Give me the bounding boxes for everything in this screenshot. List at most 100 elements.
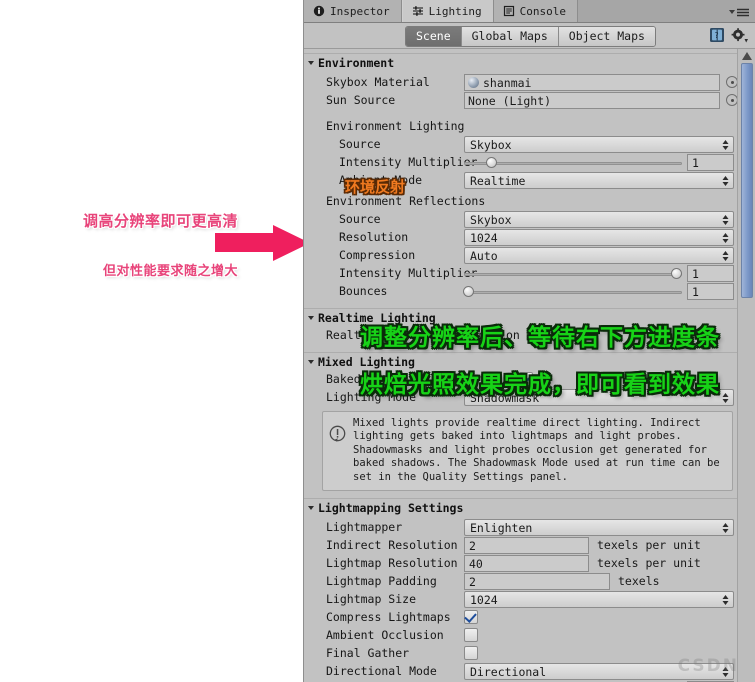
chevron-down-icon <box>308 360 314 364</box>
chevron-updown-icon <box>722 176 729 186</box>
directional-mode-value: Directional <box>470 664 547 679</box>
section-header-lightmapping-settings[interactable]: Lightmapping Settings <box>304 498 738 518</box>
ambient-mode-dropdown[interactable]: Realtime <box>464 172 734 189</box>
chevron-down-icon <box>308 506 314 511</box>
label-reflection-intensity: Intensity Multiplier <box>339 266 478 280</box>
tab-inspector-label: Inspector <box>330 4 390 18</box>
annotation-pane-left: 调高分辨率即可更高清 但对性能要求随之增大 <box>0 0 310 682</box>
compress-lightmaps-checkbox[interactable] <box>464 610 478 625</box>
label-indirect-resolution: Indirect Resolution <box>326 538 458 553</box>
env-lighting-source-value: Skybox <box>470 137 512 152</box>
reflection-compression-dropdown[interactable]: Auto <box>464 247 734 264</box>
vertical-scrollbar[interactable] <box>737 49 755 682</box>
row-env-lighting-source: Source Skybox <box>304 136 738 154</box>
sun-source-field[interactable]: None (Light) <box>464 92 720 109</box>
reflection-bounces-value-field[interactable]: 1 <box>687 283 734 300</box>
label-lightmap-padding: Lightmap Padding <box>326 574 437 589</box>
help-book-icon[interactable]: ? <box>709 27 725 43</box>
tab-inspector[interactable]: Inspector <box>304 0 402 22</box>
reflection-intensity-value: 1 <box>692 266 699 281</box>
lightmap-padding-input[interactable]: 2 <box>464 573 610 591</box>
label-lightmap-resolution: Lightmap Resolution <box>326 556 458 571</box>
label-ambient-occlusion: Ambient Occlusion <box>326 628 444 643</box>
section-header-environment[interactable]: Environment <box>304 53 738 72</box>
screenshot-root: 调高分辨率即可更高清 但对性能要求随之增大 Inspector Lighting… <box>0 0 755 682</box>
row-lightmap-resolution: Lightmap Resolution 40 texels per unit <box>304 555 738 573</box>
ambient-mode-value: Realtime <box>470 173 526 188</box>
env-lighting-source-dropdown[interactable]: Skybox <box>464 136 734 153</box>
reflection-intensity-knob[interactable] <box>671 268 682 279</box>
reflection-bounces-slider[interactable] <box>464 291 682 294</box>
mixed-lighting-help-box: Mixed lights provide realtime direct lig… <box>322 411 733 492</box>
lightmap-padding-unit: texels <box>618 574 660 589</box>
svg-text:?: ? <box>715 31 719 40</box>
env-lighting-intensity-knob[interactable] <box>486 157 497 168</box>
annotation-green-line1: 调整分辨率后、等待右下方进度条 <box>360 325 720 351</box>
lightmap-size-dropdown[interactable]: 1024 <box>464 591 734 609</box>
row-indirect-resolution: Indirect Resolution 2 texels per unit <box>304 537 738 555</box>
reflection-bounces-knob[interactable] <box>463 286 474 297</box>
chevron-updown-icon <box>722 595 729 606</box>
scroll-up-arrow-icon[interactable] <box>741 51 753 61</box>
reflection-intensity-slider[interactable] <box>464 273 682 276</box>
material-sphere-icon <box>468 77 479 88</box>
tab-lighting[interactable]: Lighting <box>401 0 494 22</box>
label-skybox-material: Skybox Material <box>326 75 430 89</box>
label-final-gather: Final Gather <box>326 646 410 661</box>
row-reflection-resolution: Resolution 1024 <box>304 229 738 247</box>
chevron-updown-icon <box>722 251 729 261</box>
label-reflection-resolution: Resolution <box>339 230 409 244</box>
hamburger-menu-icon[interactable] <box>728 6 750 19</box>
indirect-resolution-unit: texels per unit <box>597 538 701 553</box>
row-env-lighting-intensity: Intensity Multiplier 1 <box>304 154 738 172</box>
annotation-green-line2: 烘焙光照效果完成，即可看到效果 <box>360 372 720 398</box>
chevron-updown-icon <box>722 393 729 403</box>
label-directional-mode: Directional Mode <box>326 664 437 679</box>
reflection-resolution-dropdown[interactable]: 1024 <box>464 229 734 246</box>
section-title-environment: Environment <box>318 56 395 70</box>
tab-global-maps[interactable]: Global Maps <box>461 27 559 46</box>
label-env-lighting-source: Source <box>339 137 381 151</box>
env-reflections-source-dropdown[interactable]: Skybox <box>464 211 734 228</box>
final-gather-checkbox[interactable] <box>464 646 478 661</box>
reflection-intensity-value-field[interactable]: 1 <box>687 265 734 282</box>
lightmapper-dropdown[interactable]: Enlighten <box>464 519 734 537</box>
row-compress-lightmaps: Compress Lightmaps <box>304 609 738 627</box>
env-lighting-intensity-value-field[interactable]: 1 <box>687 154 734 171</box>
mixed-lighting-help-text: Mixed lights provide realtime direct lig… <box>353 417 720 483</box>
row-env-reflections-source: Source Skybox <box>304 211 738 229</box>
label-reflection-bounces: Bounces <box>339 284 388 298</box>
tab-object-maps[interactable]: Object Maps <box>558 27 655 46</box>
label-lightmap-size: Lightmap Size <box>326 592 417 607</box>
tab-console[interactable]: Console <box>493 0 578 22</box>
row-lightmap-padding: Lightmap Padding 2 texels <box>304 573 738 591</box>
indirect-resolution-input[interactable]: 2 <box>464 537 589 555</box>
chevron-updown-icon <box>722 233 729 243</box>
gear-icon[interactable] <box>731 28 748 43</box>
reflection-compression-value: Auto <box>470 248 498 263</box>
skybox-material-field[interactable]: shanmai <box>464 74 720 91</box>
env-lighting-intensity-value: 1 <box>692 155 699 170</box>
chevron-updown-icon <box>722 215 729 225</box>
scrollbar-thumb[interactable] <box>741 63 753 298</box>
label-sun-source: Sun Source <box>326 93 396 107</box>
label-env-lighting-intensity: Intensity Multiplier <box>339 155 478 169</box>
tab-scene[interactable]: Scene <box>406 27 462 46</box>
right-arrow-annotation-icon <box>215 225 310 261</box>
env-reflections-source-value: Skybox <box>470 212 512 227</box>
lighting-mode-tab-group: Scene Global Maps Object Maps <box>405 26 656 47</box>
chevron-updown-icon <box>722 523 729 534</box>
label-reflection-compression: Compression <box>339 248 416 262</box>
row-reflection-bounces: Bounces 1 <box>304 283 738 301</box>
row-directional-mode: Directional Mode Directional <box>304 663 738 681</box>
label-environment-lighting: Environment Lighting <box>326 119 465 133</box>
tab-lighting-label: Lighting <box>428 4 482 18</box>
lightmap-resolution-value: 40 <box>469 556 483 571</box>
row-ambient-occlusion: Ambient Occlusion <box>304 627 738 645</box>
lightmap-resolution-input[interactable]: 40 <box>464 555 589 573</box>
row-skybox-material: Skybox Material shanmai <box>304 74 738 92</box>
unity-lighting-window: Inspector Lighting Console Scene Global … <box>303 0 755 682</box>
reflection-resolution-value: 1024 <box>470 230 498 245</box>
ambient-occlusion-checkbox[interactable] <box>464 628 478 643</box>
row-reflection-compression: Compression Auto <box>304 247 738 265</box>
